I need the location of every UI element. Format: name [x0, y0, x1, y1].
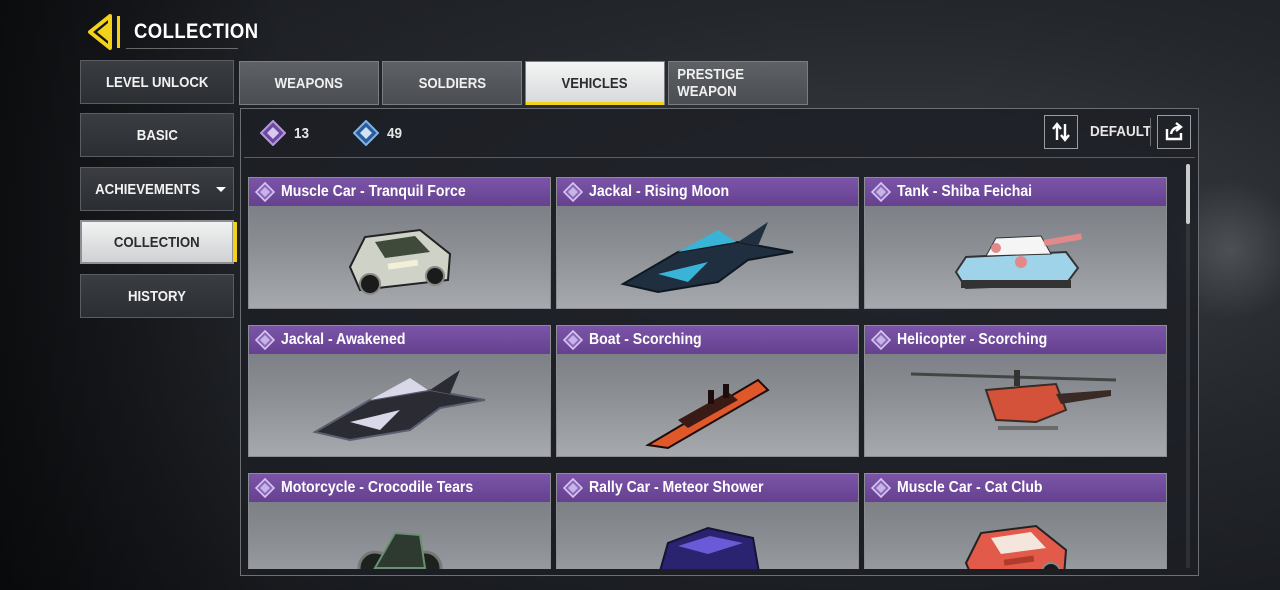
- card-header: Jackal - Awakened: [249, 326, 550, 354]
- vehicle-grid: Muscle Car - Tranquil Force Jackal - Ris…: [248, 177, 1168, 569]
- toolbar-separator: [244, 157, 1195, 158]
- tab-label: PRESTIGE WEAPON: [677, 66, 745, 100]
- tab-prestige-weapon[interactable]: PRESTIGE WEAPON: [668, 61, 808, 105]
- rarity-diamond-icon: [871, 478, 891, 498]
- sidebar-item-label: BASIC: [136, 126, 178, 144]
- vehicle-name: Jackal - Awakened: [281, 331, 406, 348]
- vehicle-boat-icon: [557, 354, 858, 456]
- vehicle-card[interactable]: Rally Car - Meteor Shower: [556, 473, 859, 569]
- vehicle-card[interactable]: Jackal - Rising Moon: [556, 177, 859, 309]
- back-arrow-icon[interactable]: [84, 12, 124, 52]
- rarity-diamond-icon: [255, 478, 275, 498]
- sidebar-item-history[interactable]: HISTORY: [80, 274, 234, 318]
- sort-mode-label[interactable]: DEFAULT: [1090, 123, 1151, 140]
- card-header: Muscle Car - Tranquil Force: [249, 178, 550, 206]
- sidebar-item-label: LEVEL UNLOCK: [105, 73, 209, 91]
- rarity-diamond-icon: [563, 478, 583, 498]
- sidebar-item-basic[interactable]: BASIC: [80, 113, 234, 157]
- chevron-down-icon: [215, 186, 226, 192]
- card-header: Muscle Car - Cat Club: [865, 474, 1166, 502]
- vehicle-card[interactable]: Muscle Car - Tranquil Force: [248, 177, 551, 309]
- page-title: COLLECTION: [134, 20, 259, 43]
- vehicle-name: Muscle Car - Cat Club: [897, 479, 1043, 496]
- rarity-diamond-icon: [563, 182, 583, 202]
- card-header: Motorcycle - Crocodile Tears: [249, 474, 550, 502]
- sidebar-item-achievements[interactable]: ACHIEVEMENTS: [80, 167, 234, 211]
- sidebar-item-level-unlock[interactable]: LEVEL UNLOCK: [80, 60, 234, 104]
- sort-toggle-button[interactable]: [1044, 115, 1078, 149]
- scrollbar-thumb[interactable]: [1186, 164, 1190, 224]
- total-counter: 49: [353, 120, 404, 146]
- tab-label: SOLDIERS: [418, 74, 486, 92]
- vehicle-muscle-car-icon: [249, 206, 550, 308]
- vehicle-card[interactable]: Helicopter - Scorching: [864, 325, 1167, 457]
- vehicle-name: Muscle Car - Tranquil Force: [281, 183, 466, 200]
- scrollbar-track[interactable]: [1186, 164, 1190, 568]
- vehicle-tank-icon: [865, 206, 1166, 308]
- rarity-diamond-icon: [871, 330, 891, 350]
- sort-arrows-icon: [1052, 122, 1070, 142]
- vehicle-card[interactable]: Muscle Car - Cat Club: [864, 473, 1167, 569]
- card-header: Boat - Scorching: [557, 326, 858, 354]
- vehicle-card[interactable]: Boat - Scorching: [556, 325, 859, 457]
- vehicle-jet-icon: [557, 206, 858, 308]
- tab-weapons[interactable]: WEAPONS: [239, 61, 379, 105]
- vehicle-name: Jackal - Rising Moon: [589, 183, 730, 200]
- sidebar-item-collection[interactable]: COLLECTION: [80, 220, 237, 264]
- owned-diamond-icon: [260, 120, 286, 146]
- share-button[interactable]: [1157, 115, 1191, 149]
- vehicle-name: Motorcycle - Crocodile Tears: [281, 479, 474, 496]
- vehicle-card[interactable]: Motorcycle - Crocodile Tears: [248, 473, 551, 569]
- vehicle-card[interactable]: Jackal - Awakened: [248, 325, 551, 457]
- total-count: 49: [387, 124, 403, 142]
- rarity-diamond-icon: [871, 182, 891, 202]
- tab-vehicles[interactable]: VEHICLES: [525, 61, 665, 105]
- rarity-diamond-icon: [255, 330, 275, 350]
- vehicle-rally-car-icon: [557, 502, 858, 569]
- title-underline: [126, 48, 238, 49]
- vehicle-helicopter-icon: [865, 354, 1166, 456]
- card-header: Jackal - Rising Moon: [557, 178, 858, 206]
- vehicle-name: Helicopter - Scorching: [897, 331, 1048, 348]
- vehicle-name: Tank - Shiba Feichai: [897, 183, 1033, 200]
- card-header: Tank - Shiba Feichai: [865, 178, 1166, 206]
- tab-label: VEHICLES: [561, 74, 628, 92]
- owned-counter: 13: [260, 120, 311, 146]
- owned-count: 13: [294, 124, 310, 142]
- sidebar-item-label: ACHIEVEMENTS: [95, 180, 201, 198]
- share-icon: [1165, 122, 1183, 141]
- total-diamond-icon: [353, 120, 379, 146]
- vehicle-motorcycle-icon: [249, 502, 550, 569]
- toolbar-divider: [1150, 118, 1151, 146]
- tab-label: WEAPONS: [274, 74, 344, 92]
- vehicle-name: Boat - Scorching: [589, 331, 702, 348]
- vehicle-muscle-car-icon: [865, 502, 1166, 569]
- card-header: Helicopter - Scorching: [865, 326, 1166, 354]
- rarity-diamond-icon: [563, 330, 583, 350]
- tab-soldiers[interactable]: SOLDIERS: [382, 61, 522, 105]
- sidebar-item-label: COLLECTION: [114, 233, 200, 251]
- card-header: Rally Car - Meteor Shower: [557, 474, 858, 502]
- vehicle-name: Rally Car - Meteor Shower: [589, 479, 764, 496]
- rarity-diamond-icon: [255, 182, 275, 202]
- sidebar-item-label: HISTORY: [128, 287, 186, 305]
- vehicle-card[interactable]: Tank - Shiba Feichai: [864, 177, 1167, 309]
- vehicle-jet-icon: [249, 354, 550, 456]
